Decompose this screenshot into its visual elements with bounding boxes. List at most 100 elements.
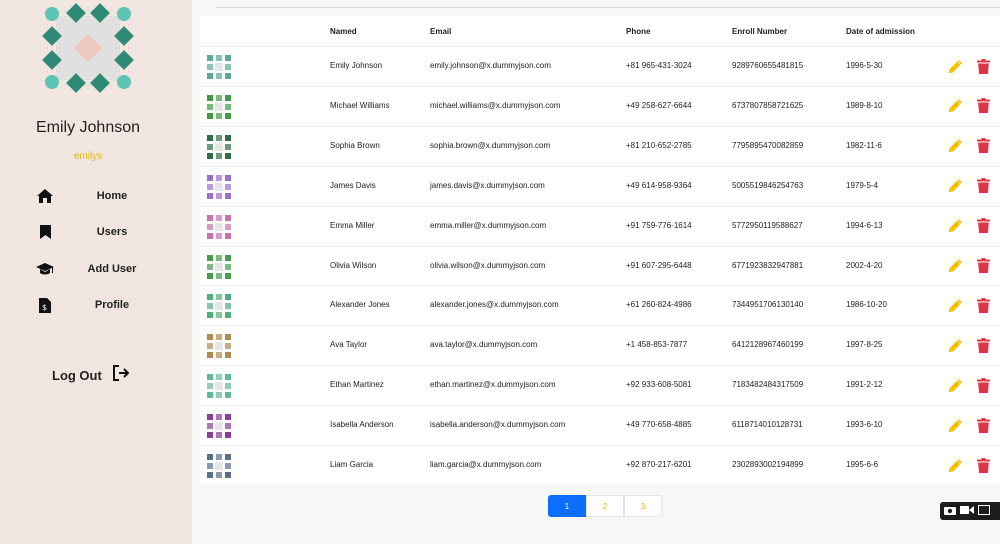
window-icon[interactable] — [978, 502, 990, 520]
logout-button[interactable]: Log Out — [52, 365, 130, 386]
cell-name: Ethan Martinez — [330, 380, 384, 390]
delete-button[interactable] — [974, 56, 992, 76]
cell-email: emily.johnson@x.dummyjson.com — [430, 61, 551, 70]
cell-enroll-number: 7183482484317509 — [732, 380, 804, 390]
bookmark-icon — [36, 223, 54, 241]
users-table: Named Email Phone Enroll Number Date of … — [200, 16, 1000, 485]
table-row: Emma Miller emma.miller@x.dummyjson.com … — [200, 205, 1000, 246]
cell-phone: +92 870-217-6201 — [626, 460, 692, 469]
video-icon[interactable] — [960, 502, 974, 520]
edit-button[interactable] — [946, 295, 964, 315]
cell-email: emma.miller@x.dummyjson.com — [430, 220, 547, 230]
delete-button[interactable] — [974, 295, 992, 315]
cell-email: olivia.wilson@x.dummyjson.com — [430, 260, 546, 270]
cell-phone: +49 770-658-4885 — [626, 420, 692, 430]
table-row: Ava Taylor ava.taylor@x.dummyjson.com +1… — [200, 325, 1000, 365]
delete-button[interactable] — [974, 256, 992, 276]
delete-button[interactable] — [974, 136, 992, 156]
nav-add-user[interactable]: Add User — [36, 259, 156, 279]
edit-button[interactable] — [946, 216, 964, 236]
delete-button[interactable] — [974, 176, 992, 196]
pencil-icon — [948, 179, 962, 193]
cell-phone: +91 607-295-6448 — [626, 260, 692, 270]
edit-button[interactable] — [946, 96, 964, 116]
table-header: Named Email Phone Enroll Number Date of … — [200, 16, 1000, 46]
cell-name: Michael Williams — [330, 100, 390, 110]
trash-icon — [976, 138, 990, 154]
delete-button[interactable] — [974, 455, 992, 475]
edit-button[interactable] — [946, 176, 964, 196]
cell-email: ethan.martinez@x.dummyjson.com — [430, 380, 556, 390]
cell-email: james.davis@x.dummyjson.com — [430, 180, 545, 190]
trash-icon — [976, 258, 990, 273]
pagination: 1 2 3 — [548, 495, 662, 517]
pencil-icon — [948, 378, 962, 392]
user-avatar — [206, 173, 232, 200]
page-button-1[interactable]: 1 — [548, 495, 586, 517]
edit-button[interactable] — [946, 455, 964, 475]
divider — [216, 7, 1000, 8]
cell-phone: +49 614-958-9364 — [626, 180, 692, 190]
cell-email: isabella.anderson@x.dummyjson.com — [430, 420, 566, 430]
delete-button[interactable] — [974, 216, 992, 236]
user-avatar — [206, 373, 232, 400]
cell-date-of-admission: 1994-6-13 — [846, 220, 883, 230]
document-dollar-icon: $ — [36, 296, 54, 314]
cell-enroll-number: 6737807858721625 — [732, 100, 804, 110]
edit-button[interactable] — [946, 56, 964, 76]
pencil-icon — [948, 298, 962, 312]
nav-home[interactable]: Home — [36, 186, 156, 206]
edit-button[interactable] — [946, 415, 964, 435]
cell-enroll-number: 9289760655481815 — [732, 61, 804, 70]
delete-button[interactable] — [974, 375, 992, 395]
cell-date-of-admission: 1997-8-25 — [846, 340, 883, 350]
user-avatar — [206, 133, 232, 160]
cell-enroll-number: 5772950119588627 — [732, 220, 803, 230]
camera-icon[interactable] — [944, 502, 956, 520]
nav-profile[interactable]: $ Profile — [36, 295, 156, 315]
user-avatar — [206, 413, 232, 440]
user-avatar — [206, 213, 232, 240]
cell-enroll-number: 2302893002194899 — [732, 460, 804, 469]
header-phone: Phone — [626, 27, 651, 36]
nav-users[interactable]: Users — [36, 222, 156, 242]
table-row: James Davis james.davis@x.dummyjson.com … — [200, 165, 1000, 206]
trash-icon — [976, 58, 990, 74]
table-row: Sophia Brown sophia.brown@x.dummyjson.co… — [200, 125, 1000, 166]
table-row: Isabella Anderson isabella.anderson@x.du… — [200, 405, 1000, 445]
cell-date-of-admission: 2002-4-20 — [846, 260, 883, 270]
delete-button[interactable] — [974, 415, 992, 435]
edit-button[interactable] — [946, 335, 964, 355]
page-button-3[interactable]: 3 — [624, 495, 662, 517]
delete-button[interactable] — [974, 335, 992, 355]
edit-button[interactable] — [946, 256, 964, 276]
nav-users-label: Users — [96, 226, 128, 238]
table-row: Ethan Martinez ethan.martinez@x.dummyjso… — [200, 365, 1000, 405]
profile-avatar — [42, 3, 134, 93]
cell-name: James Davis — [330, 180, 376, 190]
page-button-2[interactable]: 2 — [586, 495, 624, 517]
cell-date-of-admission: 1995-6-6 — [846, 460, 879, 469]
cell-enroll-number: 7795895470082859 — [732, 140, 804, 150]
pencil-icon — [948, 139, 962, 153]
edit-button[interactable] — [946, 136, 964, 156]
pencil-icon — [948, 99, 962, 113]
cell-email: alexander.jones@x.dummyjson.com — [430, 300, 559, 310]
edit-button[interactable] — [946, 375, 964, 395]
pencil-icon — [948, 418, 962, 432]
cell-name: Isabella Anderson — [330, 420, 394, 430]
cell-phone: +81 965-431-3024 — [626, 61, 692, 70]
cell-name: Emma Miller — [330, 220, 375, 230]
cell-enroll-number: 5005519846254763 — [732, 180, 804, 190]
user-avatar — [206, 93, 232, 120]
trash-icon — [976, 337, 990, 353]
cell-phone: +91 759-776-1614 — [626, 220, 692, 230]
cell-phone: +92 933-608-5081 — [626, 380, 692, 390]
delete-button[interactable] — [974, 96, 992, 116]
pencil-icon — [948, 338, 962, 352]
trash-icon — [976, 98, 990, 114]
table-row: Olivia Wilson olivia.wilson@x.dummyjson.… — [200, 245, 1000, 286]
table-row: Emily Johnson emily.johnson@x.dummyjson.… — [200, 46, 1000, 86]
logout-label: Log Out — [52, 368, 102, 383]
header-enroll-number: Enroll Number — [732, 27, 788, 36]
